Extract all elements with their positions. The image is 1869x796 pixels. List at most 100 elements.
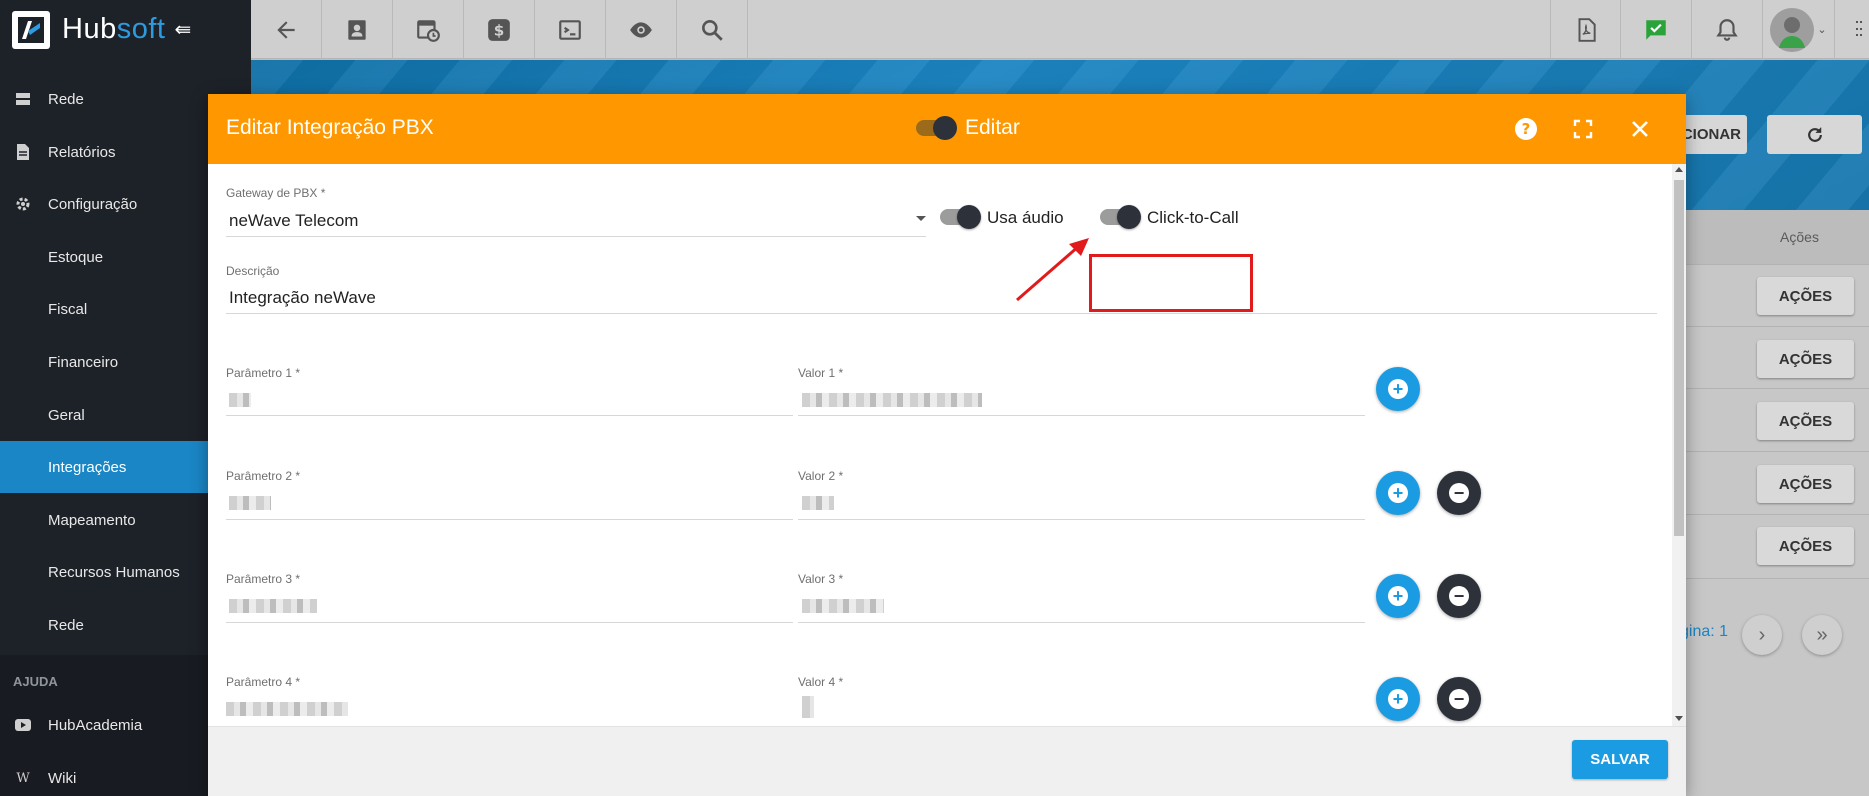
- brand-name-hub: Hub: [62, 13, 117, 45]
- edit-pbx-dialog: Editar Integração PBX Editar ? Gateway d…: [208, 94, 1686, 796]
- svg-text:$: $: [494, 21, 505, 39]
- messages-button[interactable]: [1621, 0, 1692, 59]
- hubsoft-logo-icon[interactable]: [12, 10, 50, 49]
- minus-icon: −: [1449, 586, 1469, 606]
- param-2-input[interactable]: [229, 496, 271, 510]
- remove-param-button[interactable]: −: [1437, 471, 1481, 515]
- edit-mode-label: Editar: [965, 116, 1020, 139]
- document-icon: [13, 144, 33, 160]
- sidebar-item-label: Relatórios: [48, 143, 116, 161]
- avatar: [1770, 7, 1815, 52]
- refresh-icon: [1807, 127, 1822, 142]
- collapse-sidebar-icon[interactable]: ⇚: [174, 17, 191, 42]
- save-button[interactable]: SALVAR: [1572, 740, 1668, 779]
- add-param-button[interactable]: +: [1376, 367, 1420, 411]
- table-row-divider: [1660, 388, 1869, 389]
- param-3-input[interactable]: [229, 599, 317, 613]
- sidebar-item-label: Financeiro: [48, 353, 119, 371]
- valor-3-underline: [798, 622, 1365, 623]
- row-actions-button[interactable]: AÇÕES: [1757, 402, 1854, 440]
- param-4-input[interactable]: [226, 702, 348, 716]
- add-param-button[interactable]: +: [1376, 574, 1420, 618]
- valor-1-input[interactable]: [802, 393, 982, 407]
- schedule-button[interactable]: [393, 0, 464, 59]
- sidebar-item-label: Integrações: [48, 458, 127, 476]
- back-button[interactable]: [251, 0, 322, 59]
- row-actions-button[interactable]: AÇÕES: [1757, 277, 1854, 315]
- double-chevron-right-icon: »: [1816, 623, 1828, 646]
- gateway-underline: [226, 236, 926, 237]
- apps-grid-icon[interactable]: [1856, 21, 1862, 39]
- valor-2-input[interactable]: [802, 496, 834, 510]
- pdf-icon: [1578, 17, 1596, 42]
- click-to-call-label: Click-to-Call: [1147, 208, 1239, 227]
- gateway-label: Gateway de PBX *: [226, 186, 326, 200]
- edit-mode-toggle[interactable]: [916, 116, 957, 140]
- row-actions-button[interactable]: AÇÕES: [1757, 465, 1854, 503]
- refresh-button[interactable]: [1767, 115, 1862, 154]
- pagination-label: gina: 1: [1680, 623, 1729, 640]
- row-actions-button[interactable]: AÇÕES: [1757, 527, 1854, 565]
- help-button[interactable]: ?: [1514, 117, 1538, 141]
- add-param-button[interactable]: +: [1376, 471, 1420, 515]
- sidebar-item-label: Rede: [48, 616, 84, 634]
- table-row-divider: [1660, 514, 1869, 515]
- terminal-button[interactable]: [535, 0, 606, 59]
- youtube-icon: [13, 719, 33, 731]
- bell-icon: [1716, 18, 1738, 41]
- fullscreen-button[interactable]: [1571, 117, 1595, 141]
- contacts-button[interactable]: [322, 0, 393, 59]
- sidebar-item-label: Rede: [48, 90, 84, 108]
- dollar-icon: $: [488, 18, 510, 41]
- next-page-button[interactable]: ›: [1742, 615, 1782, 655]
- valor-3-input[interactable]: [802, 599, 884, 613]
- back-arrow-icon: [277, 20, 295, 39]
- param-4-label: Parâmetro 4 *: [226, 675, 301, 689]
- sidebar-item-label: Recursos Humanos: [48, 563, 180, 581]
- add-button-label: CIONAR: [1681, 126, 1741, 143]
- sidebar-item-label: HubAcademia: [48, 716, 143, 734]
- search-button[interactable]: [677, 0, 748, 59]
- scroll-down-icon[interactable]: [1675, 716, 1683, 721]
- table-header-acoes: Ações: [1780, 229, 1819, 245]
- valor-1-underline: [798, 415, 1365, 416]
- brand-name: Hubsoft: [62, 13, 165, 46]
- pdf-button[interactable]: [1550, 0, 1621, 59]
- remove-param-button[interactable]: −: [1437, 574, 1481, 618]
- calendar-clock-icon: [417, 19, 440, 42]
- notifications-button[interactable]: [1692, 0, 1763, 59]
- view-button[interactable]: [606, 0, 677, 59]
- valor-4-input[interactable]: [802, 696, 814, 718]
- usa-audio-toggle[interactable]: [940, 205, 981, 229]
- remove-param-button[interactable]: −: [1437, 677, 1481, 721]
- gateway-select[interactable]: neWave Telecom: [229, 211, 358, 231]
- close-button[interactable]: [1628, 117, 1652, 141]
- plus-icon: +: [1388, 483, 1408, 503]
- valor-1-label: Valor 1 *: [798, 366, 844, 380]
- wikipedia-icon: W: [16, 770, 30, 786]
- dialog-header: Editar Integração PBX Editar ?: [208, 94, 1686, 164]
- user-menu[interactable]: ⌄: [1763, 0, 1835, 59]
- table-row-divider: [1660, 264, 1869, 265]
- scroll-up-icon[interactable]: [1675, 167, 1683, 172]
- param-1-input[interactable]: [229, 393, 251, 407]
- finance-button[interactable]: $: [464, 0, 535, 59]
- valor-4-label: Valor 4 *: [798, 675, 844, 689]
- descricao-input[interactable]: Integração neWave: [229, 288, 376, 308]
- usa-audio-label: Usa áudio: [987, 208, 1064, 227]
- top-bar: Hubsoft ⇚ $ ⌄: [0, 0, 1869, 59]
- last-page-button[interactable]: »: [1802, 615, 1842, 655]
- dialog-scrollbar[interactable]: [1672, 164, 1686, 726]
- close-icon: [1632, 121, 1648, 137]
- param-2-label: Parâmetro 2 *: [226, 469, 301, 483]
- scrollbar-thumb[interactable]: [1674, 180, 1684, 536]
- add-param-button[interactable]: +: [1376, 677, 1420, 721]
- svg-text:?: ?: [1522, 120, 1531, 138]
- click-to-call-toggle[interactable]: [1100, 205, 1141, 229]
- valor-2-label: Valor 2 *: [798, 469, 844, 483]
- row-actions-button[interactable]: AÇÕES: [1757, 340, 1854, 378]
- sidebar-item-label: Estoque: [48, 248, 104, 266]
- sidebar-item-label: Geral: [48, 406, 85, 424]
- minus-icon: −: [1449, 483, 1469, 503]
- chevron-down-icon[interactable]: [916, 216, 926, 221]
